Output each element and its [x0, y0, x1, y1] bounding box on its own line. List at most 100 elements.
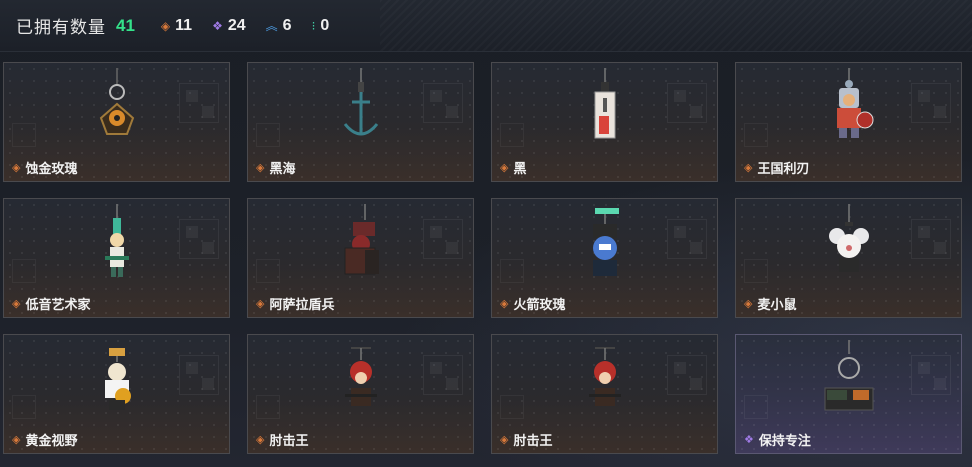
orange-diamond-icon: ◈ — [256, 434, 265, 446]
gold-vision-charm — [87, 340, 147, 430]
item-card[interactable]: ◈ 肘击王 — [247, 334, 474, 454]
item-name: 肘击王 — [269, 433, 309, 448]
card-decoration — [667, 355, 707, 395]
item-name: 黑海 — [269, 161, 296, 176]
item-label: ◈ 蚀金玫瑰 — [12, 158, 77, 177]
item-label: ❖ 保持专注 — [744, 430, 811, 449]
item-card[interactable]: ◈ 阿萨拉盾兵 — [247, 198, 474, 318]
inventory-header: 已拥有数量 41 ◈ 11 ❖ 24 ︽ 6 ⁝ 0 — [0, 0, 972, 52]
card-decoration — [256, 395, 280, 419]
item-name: 黄金视野 — [25, 433, 78, 448]
item-card[interactable]: ◈ 蚀金玫瑰 — [3, 62, 230, 182]
item-label: ◈ 肘击王 — [256, 430, 308, 449]
owned-count: 41 — [116, 15, 135, 35]
item-card[interactable]: ◈ 火箭玫瑰 — [491, 198, 718, 318]
owned-label: 已拥有数量 — [16, 18, 106, 37]
stay-focused-charm — [819, 340, 879, 430]
orange-diamond-icon: ◈ — [744, 162, 753, 174]
orange-diamond-icon: ◈ — [500, 162, 509, 174]
card-decoration — [256, 259, 280, 283]
rarity-stat-orange: ◈ 11 — [161, 17, 192, 35]
card-decoration — [12, 395, 36, 419]
card-decoration — [744, 123, 768, 147]
item-card[interactable]: ◈ 黄金视野 — [3, 334, 230, 454]
item-label: ◈ 黑海 — [256, 158, 295, 177]
item-card[interactable]: ◈ 王国利刃 — [735, 62, 962, 182]
card-decoration — [179, 219, 219, 259]
blue-chevron-icon: ︽ — [265, 19, 278, 33]
item-name: 黑 — [513, 161, 527, 176]
orange-diamond-icon: ◈ — [160, 18, 171, 33]
card-decoration — [423, 83, 463, 123]
card-decoration — [911, 355, 951, 395]
item-name: 肘击王 — [513, 433, 553, 448]
orange-diamond-icon: ◈ — [500, 434, 509, 446]
item-label: ◈ 黑 — [500, 158, 526, 177]
stat-value: 6 — [282, 16, 292, 34]
card-decoration — [12, 123, 36, 147]
item-label: ◈ 黄金视野 — [12, 430, 77, 449]
item-name: 王国利刃 — [757, 161, 810, 176]
card-decoration — [911, 219, 951, 259]
item-name: 保持专注 — [758, 433, 811, 448]
item-card[interactable]: ◈ 黑 — [491, 62, 718, 182]
item-card[interactable]: ◈ 肘击王 — [491, 334, 718, 454]
item-label: ◈ 阿萨拉盾兵 — [256, 294, 334, 313]
card-decoration — [667, 83, 707, 123]
stat-value: 11 — [175, 16, 193, 34]
item-card[interactable]: ◈ 黑海 — [247, 62, 474, 182]
card-decoration — [911, 83, 951, 123]
card-decoration — [744, 259, 768, 283]
elbow-king-charm — [575, 340, 635, 430]
item-label: ◈ 肘击王 — [500, 430, 552, 449]
card-decoration — [12, 259, 36, 283]
card-decoration — [667, 219, 707, 259]
orange-diamond-icon: ◈ — [12, 434, 21, 446]
item-label: ◈ 王国利刃 — [744, 158, 809, 177]
orange-diamond-icon: ◈ — [256, 298, 265, 310]
orange-diamond-icon: ◈ — [256, 162, 265, 174]
item-grid: ◈ 蚀金玫瑰 ◈ 黑海 ◈ 黑 ◈ 王国利刃 ◈ 低音艺术家 ◈ 阿萨拉盾兵 ◈ 火箭玫瑰 ◈ 麦小鼠 ◈ 黄金视… — [3, 62, 962, 454]
mag-charm — [575, 68, 635, 158]
shield-soldier-charm — [331, 204, 391, 294]
orange-diamond-icon: ◈ — [744, 298, 753, 310]
item-card[interactable]: ❖ 保持专注 — [735, 334, 962, 454]
rarity-stat-teal: ⁝ 0 — [312, 17, 330, 35]
bassist-charm — [87, 204, 147, 294]
card-decoration — [423, 355, 463, 395]
orange-diamond-icon: ◈ — [500, 298, 509, 310]
rocket-charm — [575, 204, 635, 294]
purple-diamond-icon: ❖ — [744, 434, 754, 446]
card-decoration — [423, 219, 463, 259]
teal-dots-icon: ⁝ — [311, 18, 316, 33]
rarity-stat-purple: ❖ 24 — [212, 17, 246, 35]
item-label: ◈ 火箭玫瑰 — [500, 294, 565, 313]
card-decoration — [500, 259, 524, 283]
item-card[interactable]: ◈ 麦小鼠 — [735, 198, 962, 318]
stat-value: 24 — [227, 16, 246, 34]
orange-diamond-icon: ◈ — [12, 162, 21, 174]
item-name: 低音艺术家 — [25, 297, 91, 312]
stat-value: 0 — [320, 16, 330, 34]
elbow-king-charm — [331, 340, 391, 430]
mouse-charm — [819, 204, 879, 294]
card-decoration — [179, 355, 219, 395]
item-name: 麦小鼠 — [757, 297, 797, 312]
item-label: ◈ 低音艺术家 — [12, 294, 90, 313]
rarity-stat-blue: ︽ 6 — [266, 17, 292, 35]
item-name: 蚀金玫瑰 — [25, 161, 78, 176]
card-decoration — [256, 123, 280, 147]
purple-diamond-icon: ❖ — [212, 18, 223, 33]
item-label: ◈ 麦小鼠 — [744, 294, 796, 313]
item-name: 火箭玫瑰 — [513, 297, 566, 312]
orange-diamond-icon: ◈ — [12, 298, 21, 310]
item-name: 阿萨拉盾兵 — [269, 297, 335, 312]
card-decoration — [500, 123, 524, 147]
anchor-charm — [331, 68, 391, 158]
knight-charm — [819, 68, 879, 158]
ring-eye-charm — [87, 68, 147, 158]
card-decoration — [500, 395, 524, 419]
item-card[interactable]: ◈ 低音艺术家 — [3, 198, 230, 318]
card-decoration — [179, 83, 219, 123]
card-decoration — [744, 395, 768, 419]
